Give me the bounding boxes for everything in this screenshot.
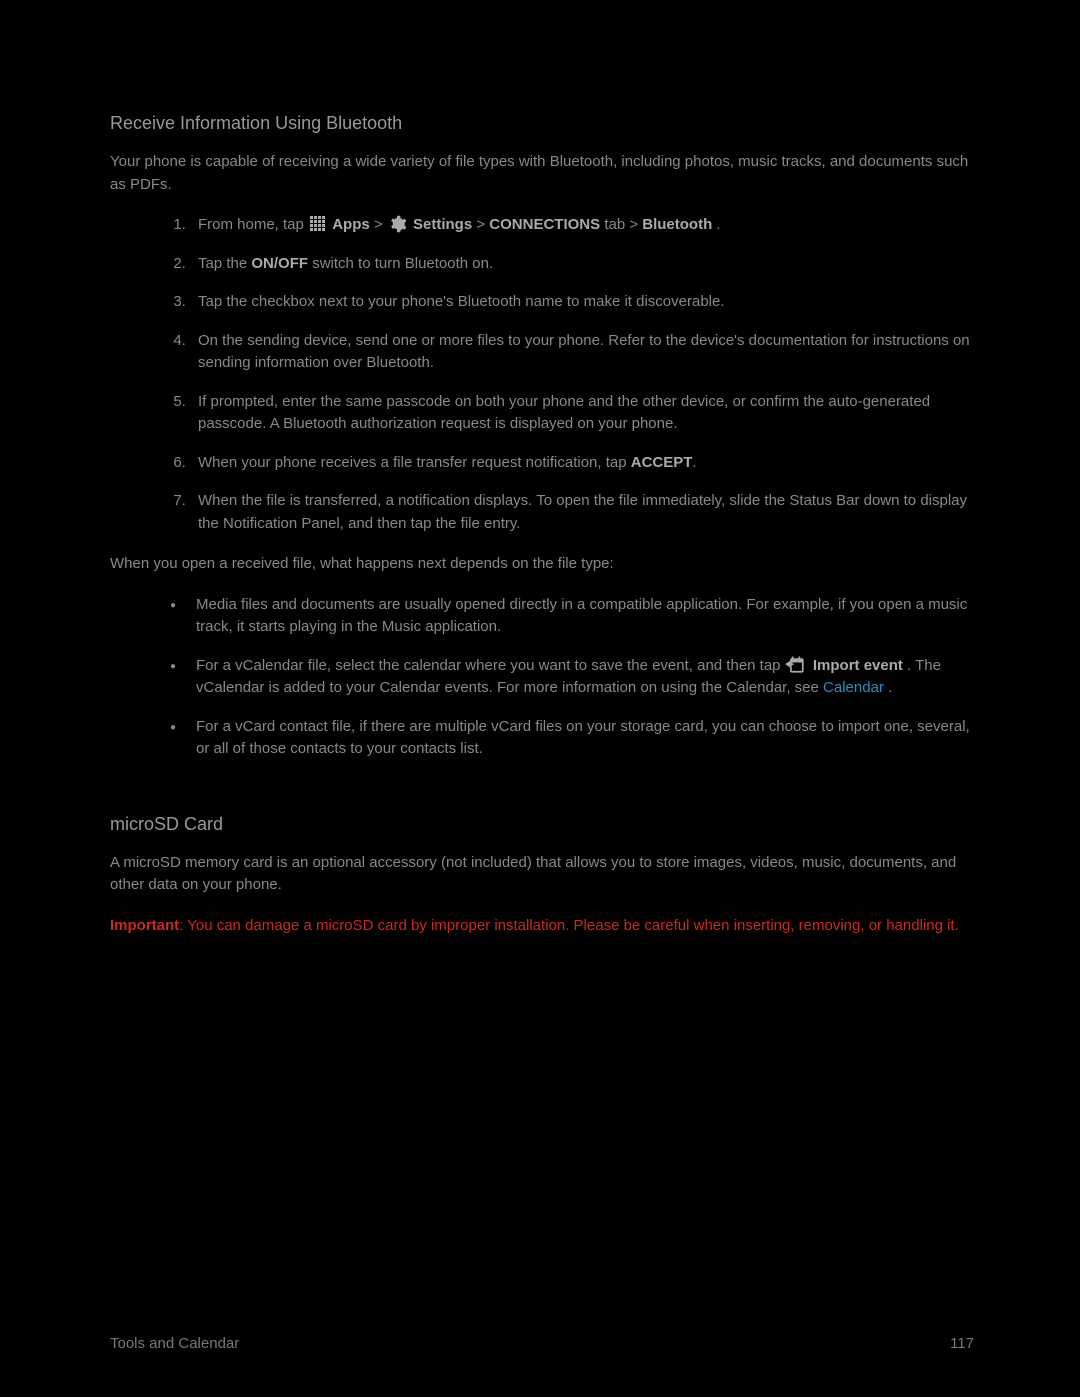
intro-paragraph: Your phone is capable of receiving a wid… bbox=[110, 151, 970, 196]
accept-label: ACCEPT bbox=[631, 454, 693, 471]
step-5: If prompted, enter the same passcode on … bbox=[190, 391, 970, 436]
tab-text: tab > bbox=[604, 216, 642, 233]
step-6: When your phone receives a file transfer… bbox=[190, 452, 970, 475]
dot: . bbox=[888, 679, 892, 696]
gear-icon bbox=[387, 213, 409, 236]
step-3: Tap the checkbox next to your phone's Bl… bbox=[190, 291, 970, 314]
section-heading-microsd: microSD Card bbox=[110, 811, 970, 838]
step-text: When your phone receives a file transfer… bbox=[198, 454, 631, 471]
bullet-1: Media files and documents are usually op… bbox=[170, 594, 970, 639]
dot: . bbox=[692, 454, 696, 471]
bullet-text: For a vCalendar file, select the calenda… bbox=[196, 657, 785, 674]
import-event-icon bbox=[785, 654, 809, 677]
footer-section: Tools and Calendar bbox=[110, 1333, 239, 1356]
step-7: When the file is transferred, a notifica… bbox=[190, 490, 970, 535]
apps-label: Apps bbox=[332, 216, 370, 233]
document-page: Receive Information Using Bluetooth Your… bbox=[0, 0, 1080, 937]
connections-label: CONNECTIONS bbox=[489, 216, 600, 233]
step-text: Tap the bbox=[198, 255, 251, 272]
bullet-2: For a vCalendar file, select the calenda… bbox=[170, 655, 970, 700]
steps-list: From home, tap Apps > Settings > CONNECT… bbox=[110, 214, 970, 535]
settings-label: Settings bbox=[413, 216, 472, 233]
dot: . bbox=[716, 216, 720, 233]
important-paragraph: Important: You can damage a microSD card… bbox=[110, 915, 970, 938]
calendar-link[interactable]: Calendar bbox=[823, 679, 884, 696]
page-footer: Tools and Calendar 117 bbox=[110, 1333, 974, 1356]
bullet-3: For a vCard contact file, if there are m… bbox=[170, 716, 970, 761]
page-number: 117 bbox=[950, 1333, 974, 1356]
important-text: : You can damage a microSD card by impro… bbox=[179, 917, 959, 934]
step-1: From home, tap Apps > Settings > CONNECT… bbox=[190, 214, 970, 237]
separator: > bbox=[476, 216, 489, 233]
bluetooth-label: Bluetooth bbox=[642, 216, 712, 233]
import-event-label: Import event bbox=[813, 657, 903, 674]
important-label: Important bbox=[110, 917, 179, 934]
step-text: From home, tap bbox=[198, 216, 308, 233]
step-4: On the sending device, send one or more … bbox=[190, 330, 970, 375]
open-received-paragraph: When you open a received file, what happ… bbox=[110, 553, 970, 576]
microsd-intro-paragraph: A microSD memory card is an optional acc… bbox=[110, 852, 970, 897]
step-2: Tap the ON/OFF switch to turn Bluetooth … bbox=[190, 253, 970, 276]
step-text: switch to turn Bluetooth on. bbox=[308, 255, 493, 272]
separator: > bbox=[374, 216, 387, 233]
bullets-list: Media files and documents are usually op… bbox=[110, 594, 970, 761]
apps-grid-icon bbox=[310, 216, 326, 232]
section-heading-receive: Receive Information Using Bluetooth bbox=[110, 110, 970, 137]
onoff-label: ON/OFF bbox=[251, 255, 308, 272]
